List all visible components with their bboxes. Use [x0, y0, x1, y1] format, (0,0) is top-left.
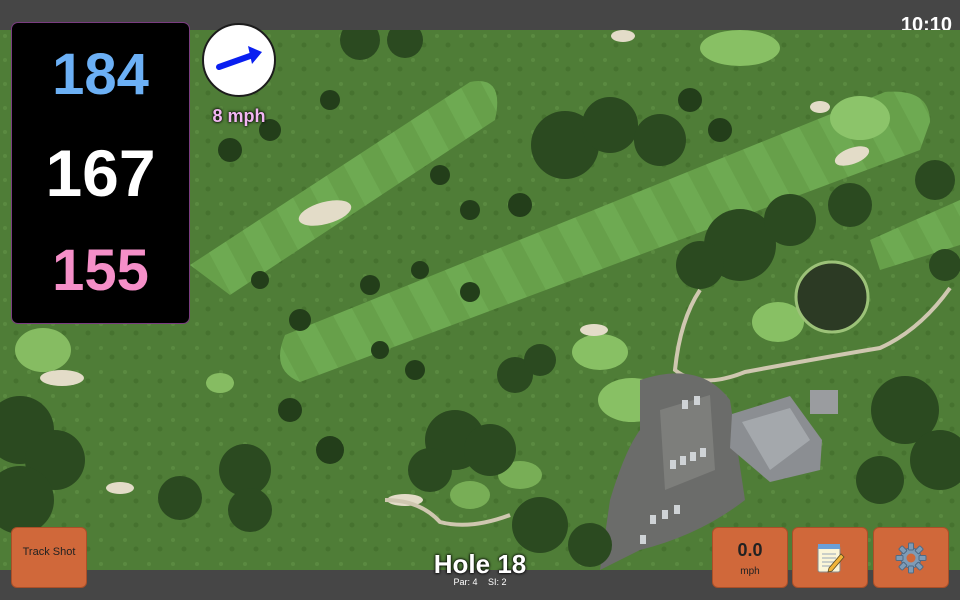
wind-speed: 8 mph: [212, 106, 266, 126]
gear-icon: [895, 542, 927, 573]
wind-direction-indicator: [202, 23, 276, 97]
track-shot-button[interactable]: Track Shot: [11, 527, 87, 588]
notes-button[interactable]: [792, 527, 868, 588]
notepad-icon: [817, 543, 845, 573]
settings-button[interactable]: [873, 527, 949, 588]
hole-title: Hole 18: [433, 549, 527, 579]
golf-gps-screen: 10:10 184 167 155 8 mph Track Shot Hole …: [0, 0, 960, 600]
front-distance: 155: [52, 238, 149, 303]
back-distance: 184: [52, 42, 149, 107]
speed-value: 0.0: [737, 540, 763, 560]
middle-distance: 167: [45, 136, 156, 210]
hole-stroke-index: SI: 2: [488, 577, 507, 587]
wind-arrow-icon: [216, 46, 262, 70]
hole-par: Par: 4: [453, 577, 478, 587]
speed-button[interactable]: 0.0 mph: [712, 527, 788, 588]
hole-info: Par: 4 SI: 2: [380, 577, 580, 587]
speed-unit: mph: [740, 566, 760, 577]
distance-panel: 184 167 155: [11, 22, 190, 324]
